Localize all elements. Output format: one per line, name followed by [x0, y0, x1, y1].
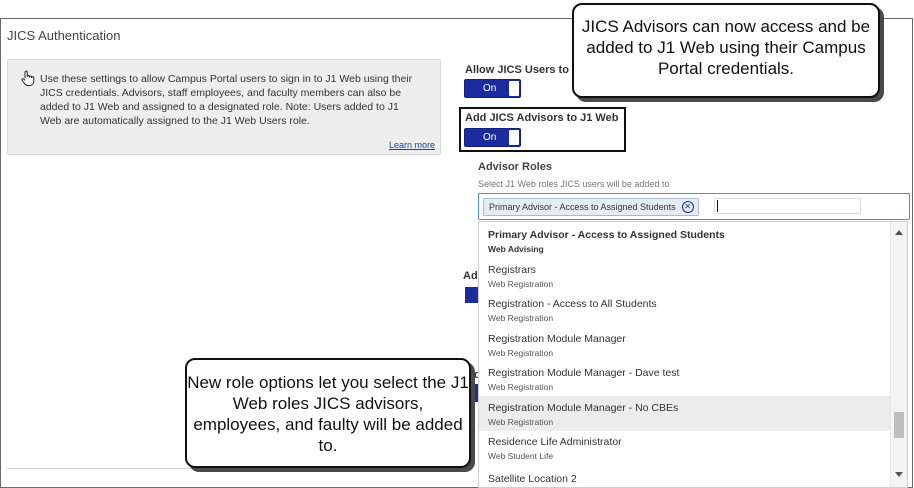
add-jics-advisors-label: Add JICS Advisors to J1 Web: [465, 112, 619, 124]
option-title: Primary Advisor - Access to Assigned Stu…: [488, 229, 725, 241]
option-title: Satellite Location 2: [488, 473, 577, 485]
pointing-hand-icon: [19, 69, 37, 87]
option-subtitle: Web Registration: [488, 417, 554, 427]
dropdown-scrollbar[interactable]: [890, 222, 907, 487]
option-subtitle: Web Student Life: [488, 451, 554, 461]
option-title: Registration Module Manager: [488, 333, 626, 345]
dropdown-option[interactable]: Primary Advisor - Access to Assigned Stu…: [479, 224, 891, 259]
option-title: Registrars: [488, 264, 536, 276]
dropdown-option[interactable]: Registration Module Manager - Dave test …: [479, 362, 891, 397]
toggle-knob: [509, 81, 519, 96]
allow-jics-users-toggle[interactable]: On: [464, 79, 521, 98]
option-title: Registration Module Manager - No CBEs: [488, 402, 679, 414]
option-title: Registration - Access to All Students: [488, 298, 657, 310]
partial-toggle[interactable]: [465, 287, 479, 303]
divider: [7, 468, 472, 469]
advisor-roles-select[interactable]: Primary Advisor - Access to Assigned Stu…: [478, 193, 910, 220]
toggle-state-label: On: [483, 83, 497, 94]
info-text: Use these settings to allow Campus Porta…: [40, 73, 413, 127]
option-title: Registration Module Manager - Dave test: [488, 367, 680, 379]
dropdown-option[interactable]: Registration - Access to All Students We…: [479, 293, 891, 328]
dropdown-option[interactable]: Registration Module Manager Web Registra…: [479, 328, 891, 363]
advisor-roles-label: Advisor Roles: [478, 161, 552, 173]
role-search-input[interactable]: [714, 198, 861, 214]
allow-jics-users-label: Allow JICS Users to: [465, 64, 569, 76]
dropdown-option[interactable]: Registrars Web Registration: [479, 259, 891, 294]
section-title: JICS Authentication: [7, 28, 121, 43]
scroll-down-arrow-icon[interactable]: [895, 472, 903, 477]
advisor-roles-hint: Select J1 Web roles JICS users will be a…: [478, 179, 670, 189]
toggle-knob: [509, 130, 519, 145]
dropdown-option-hovered[interactable]: Registration Module Manager - No CBEs We…: [479, 396, 891, 431]
scroll-thumb[interactable]: [894, 412, 904, 438]
toggle-state-label: On: [483, 132, 497, 143]
scroll-up-arrow-icon[interactable]: [895, 230, 903, 235]
option-subtitle: Web Registration: [488, 313, 554, 323]
option-title: Residence Life Administrator: [488, 436, 622, 448]
selected-role-chip: Primary Advisor - Access to Assigned Stu…: [483, 198, 699, 216]
callout-role-options: New role options let you select the J1 W…: [185, 358, 471, 468]
text-cursor: [717, 200, 718, 212]
option-subtitle: Web Registration: [488, 279, 554, 289]
role-dropdown-list[interactable]: Primary Advisor - Access to Assigned Stu…: [478, 221, 908, 488]
dropdown-option[interactable]: Satellite Location 2: [479, 465, 891, 487]
option-subtitle: Web Registration: [488, 382, 554, 392]
option-subtitle: Web Advising: [488, 244, 544, 254]
selected-role-label: Primary Advisor - Access to Assigned Stu…: [489, 202, 676, 212]
learn-more-link[interactable]: Learn more: [389, 140, 435, 150]
callout-advisor-access: JICS Advisors can now access and be adde…: [572, 3, 880, 98]
partial-setting-label: Ad: [463, 270, 478, 282]
add-jics-advisors-toggle[interactable]: On: [464, 128, 521, 147]
dropdown-option[interactable]: Residence Life Administrator Web Student…: [479, 431, 891, 466]
option-subtitle: Web Registration: [488, 348, 554, 358]
info-box: Use these settings to allow Campus Porta…: [7, 59, 441, 155]
remove-chip-icon[interactable]: ✕: [681, 201, 694, 213]
